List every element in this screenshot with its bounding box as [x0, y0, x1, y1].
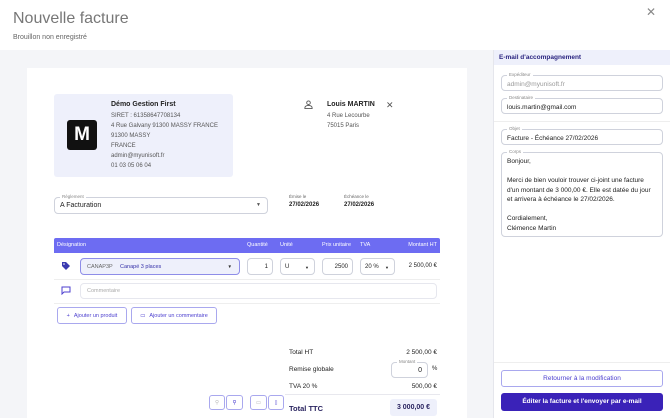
chevron-down-icon: ▼	[256, 202, 261, 208]
person-icon	[304, 100, 313, 109]
tag-icon	[62, 262, 70, 270]
zoom-out-button[interactable]: ⚲	[209, 395, 225, 410]
add-product-button[interactable]: + Ajouter un produit	[57, 307, 127, 324]
discount-input[interactable]: Montant 0	[391, 359, 428, 378]
discount-value: 0	[418, 367, 422, 374]
due-label: Échéance le	[344, 194, 369, 199]
recipient-field[interactable]: Destinataire louis.martin@gmail.com	[501, 95, 663, 114]
divider	[54, 279, 440, 280]
subject-value: Facture - Échéance 27/02/2026	[507, 135, 599, 142]
issued-label: Émise le	[289, 194, 307, 199]
divider	[494, 362, 670, 363]
add-comment-button[interactable]: ▭ Ajouter un commentaire	[131, 307, 217, 324]
close-icon[interactable]: ✕	[646, 5, 656, 19]
body-label: Corps	[507, 149, 524, 154]
reglement-select[interactable]: Règlement A Facturation ▼	[54, 194, 268, 214]
plus-icon: +	[66, 312, 70, 319]
col-montant: Montant HT	[408, 242, 437, 248]
chevron-down-icon: ▼	[385, 265, 389, 270]
col-tva: TVA	[360, 242, 371, 248]
comment-input[interactable]: Commentaire	[80, 283, 437, 299]
table-header: Désignation Quantité Unité Prix unitaire…	[54, 238, 440, 253]
client-name: Louis MARTIN	[327, 101, 375, 108]
reglement-value: A Facturation	[60, 202, 102, 209]
comment-icon	[61, 286, 71, 295]
zoom-in-button[interactable]: ⚲	[226, 395, 243, 410]
divider	[285, 394, 440, 395]
col-designation: Désignation	[57, 242, 87, 248]
company-city: 91300 MASSY	[111, 133, 151, 139]
chevron-down-icon: ▼	[227, 264, 232, 269]
recipient-value: louis.martin@gmail.com	[507, 104, 577, 111]
back-to-edit-button[interactable]: Retourner à la modification	[501, 370, 663, 387]
add-product-label: Ajouter un produit	[73, 312, 118, 319]
send-invoice-button[interactable]: Éditer la facture et l'envoyer par e-mai…	[501, 393, 663, 411]
sender-field[interactable]: Expéditeur admin@myunisoft.fr	[501, 72, 663, 91]
client-street: 4 Rue Lecourbe	[327, 113, 370, 119]
unit-select[interactable]: U ▼	[280, 258, 315, 275]
comment-icon: ▭	[140, 312, 146, 319]
body-field[interactable]: Corps Bonjour, Merci de bien vouloir trou…	[501, 149, 663, 237]
col-unite: Unité	[280, 242, 293, 248]
discount-field-label: Montant	[397, 359, 418, 364]
company-email: admin@myunisoft.fr	[111, 153, 165, 159]
company-siret: SIRET : 61358647708134	[111, 113, 181, 119]
total-ht-value: 2 500,00 €	[406, 349, 437, 356]
total-ht-label: Total HT	[289, 349, 314, 356]
discount-unit: %	[432, 366, 438, 372]
client-city: 75015 Paris	[327, 123, 360, 129]
zoom-out-icon: ⚲	[214, 399, 220, 406]
product-code: CANAP3P	[87, 264, 113, 270]
unit-value: U	[285, 264, 290, 270]
col-quantite: Quantité	[247, 242, 268, 248]
company-name: Démo Gestion First	[111, 101, 176, 108]
price-input[interactable]: 2500	[322, 258, 353, 275]
total-ttc-label: Total TTC	[289, 404, 324, 413]
add-comment-label: Ajouter un commentaire	[149, 312, 208, 319]
tva-value: 20 %	[365, 264, 379, 270]
page-title: Nouvelle facture	[13, 10, 129, 27]
reglement-label: Règlement	[60, 194, 86, 199]
recipient-label: Destinataire	[507, 95, 536, 100]
company-country: FRANCE	[111, 143, 136, 149]
due-date[interactable]: 27/02/2026	[344, 202, 374, 208]
portrait-view-button[interactable]: ▯	[268, 395, 284, 410]
product-select[interactable]: CANAP3P Canapé 3 places ▼	[80, 258, 240, 275]
issued-date[interactable]: 27/02/2026	[289, 202, 319, 208]
email-panel-title: E-mail d'accompagnement	[494, 50, 670, 65]
subject-label: Objet	[507, 126, 522, 131]
sender-label: Expéditeur	[507, 72, 533, 77]
landscape-icon: ▭	[255, 399, 262, 406]
draft-status: Brouillon non enregistré	[13, 34, 87, 41]
quantity-input[interactable]: 1	[247, 258, 273, 275]
company-logo: M	[67, 120, 97, 150]
tva-total-value: 500,00 €	[411, 383, 437, 390]
landscape-view-button[interactable]: ▭	[250, 395, 267, 410]
divider	[54, 303, 440, 304]
company-address: 4 Rue Galvany 91300 MASSY FRANCE	[111, 123, 218, 129]
tva-select[interactable]: 20 % ▼	[360, 258, 395, 275]
zoom-in-icon: ⚲	[232, 399, 237, 406]
tva-total-label: TVA 20 %	[289, 383, 318, 390]
col-prix: Prix unitaire	[322, 242, 352, 248]
divider	[494, 121, 670, 122]
chevron-down-icon: ▼	[305, 265, 309, 270]
remove-client-icon[interactable]: ✕	[386, 100, 394, 111]
sender-value: admin@myunisoft.fr	[507, 81, 565, 88]
portrait-icon: ▯	[274, 399, 278, 406]
subject-field[interactable]: Objet Facture - Échéance 27/02/2026	[501, 126, 663, 145]
line-amount: 2 500,00 €	[408, 263, 437, 269]
body-value: Bonjour, Merci de bien vouloir trouver c…	[507, 158, 651, 232]
discount-label: Remise globale	[289, 366, 334, 373]
product-name: Canapé 3 places	[120, 264, 162, 270]
total-ttc-value: 3 000,00 €	[390, 399, 437, 416]
company-phone: 01 03 05 06 04	[111, 163, 152, 169]
